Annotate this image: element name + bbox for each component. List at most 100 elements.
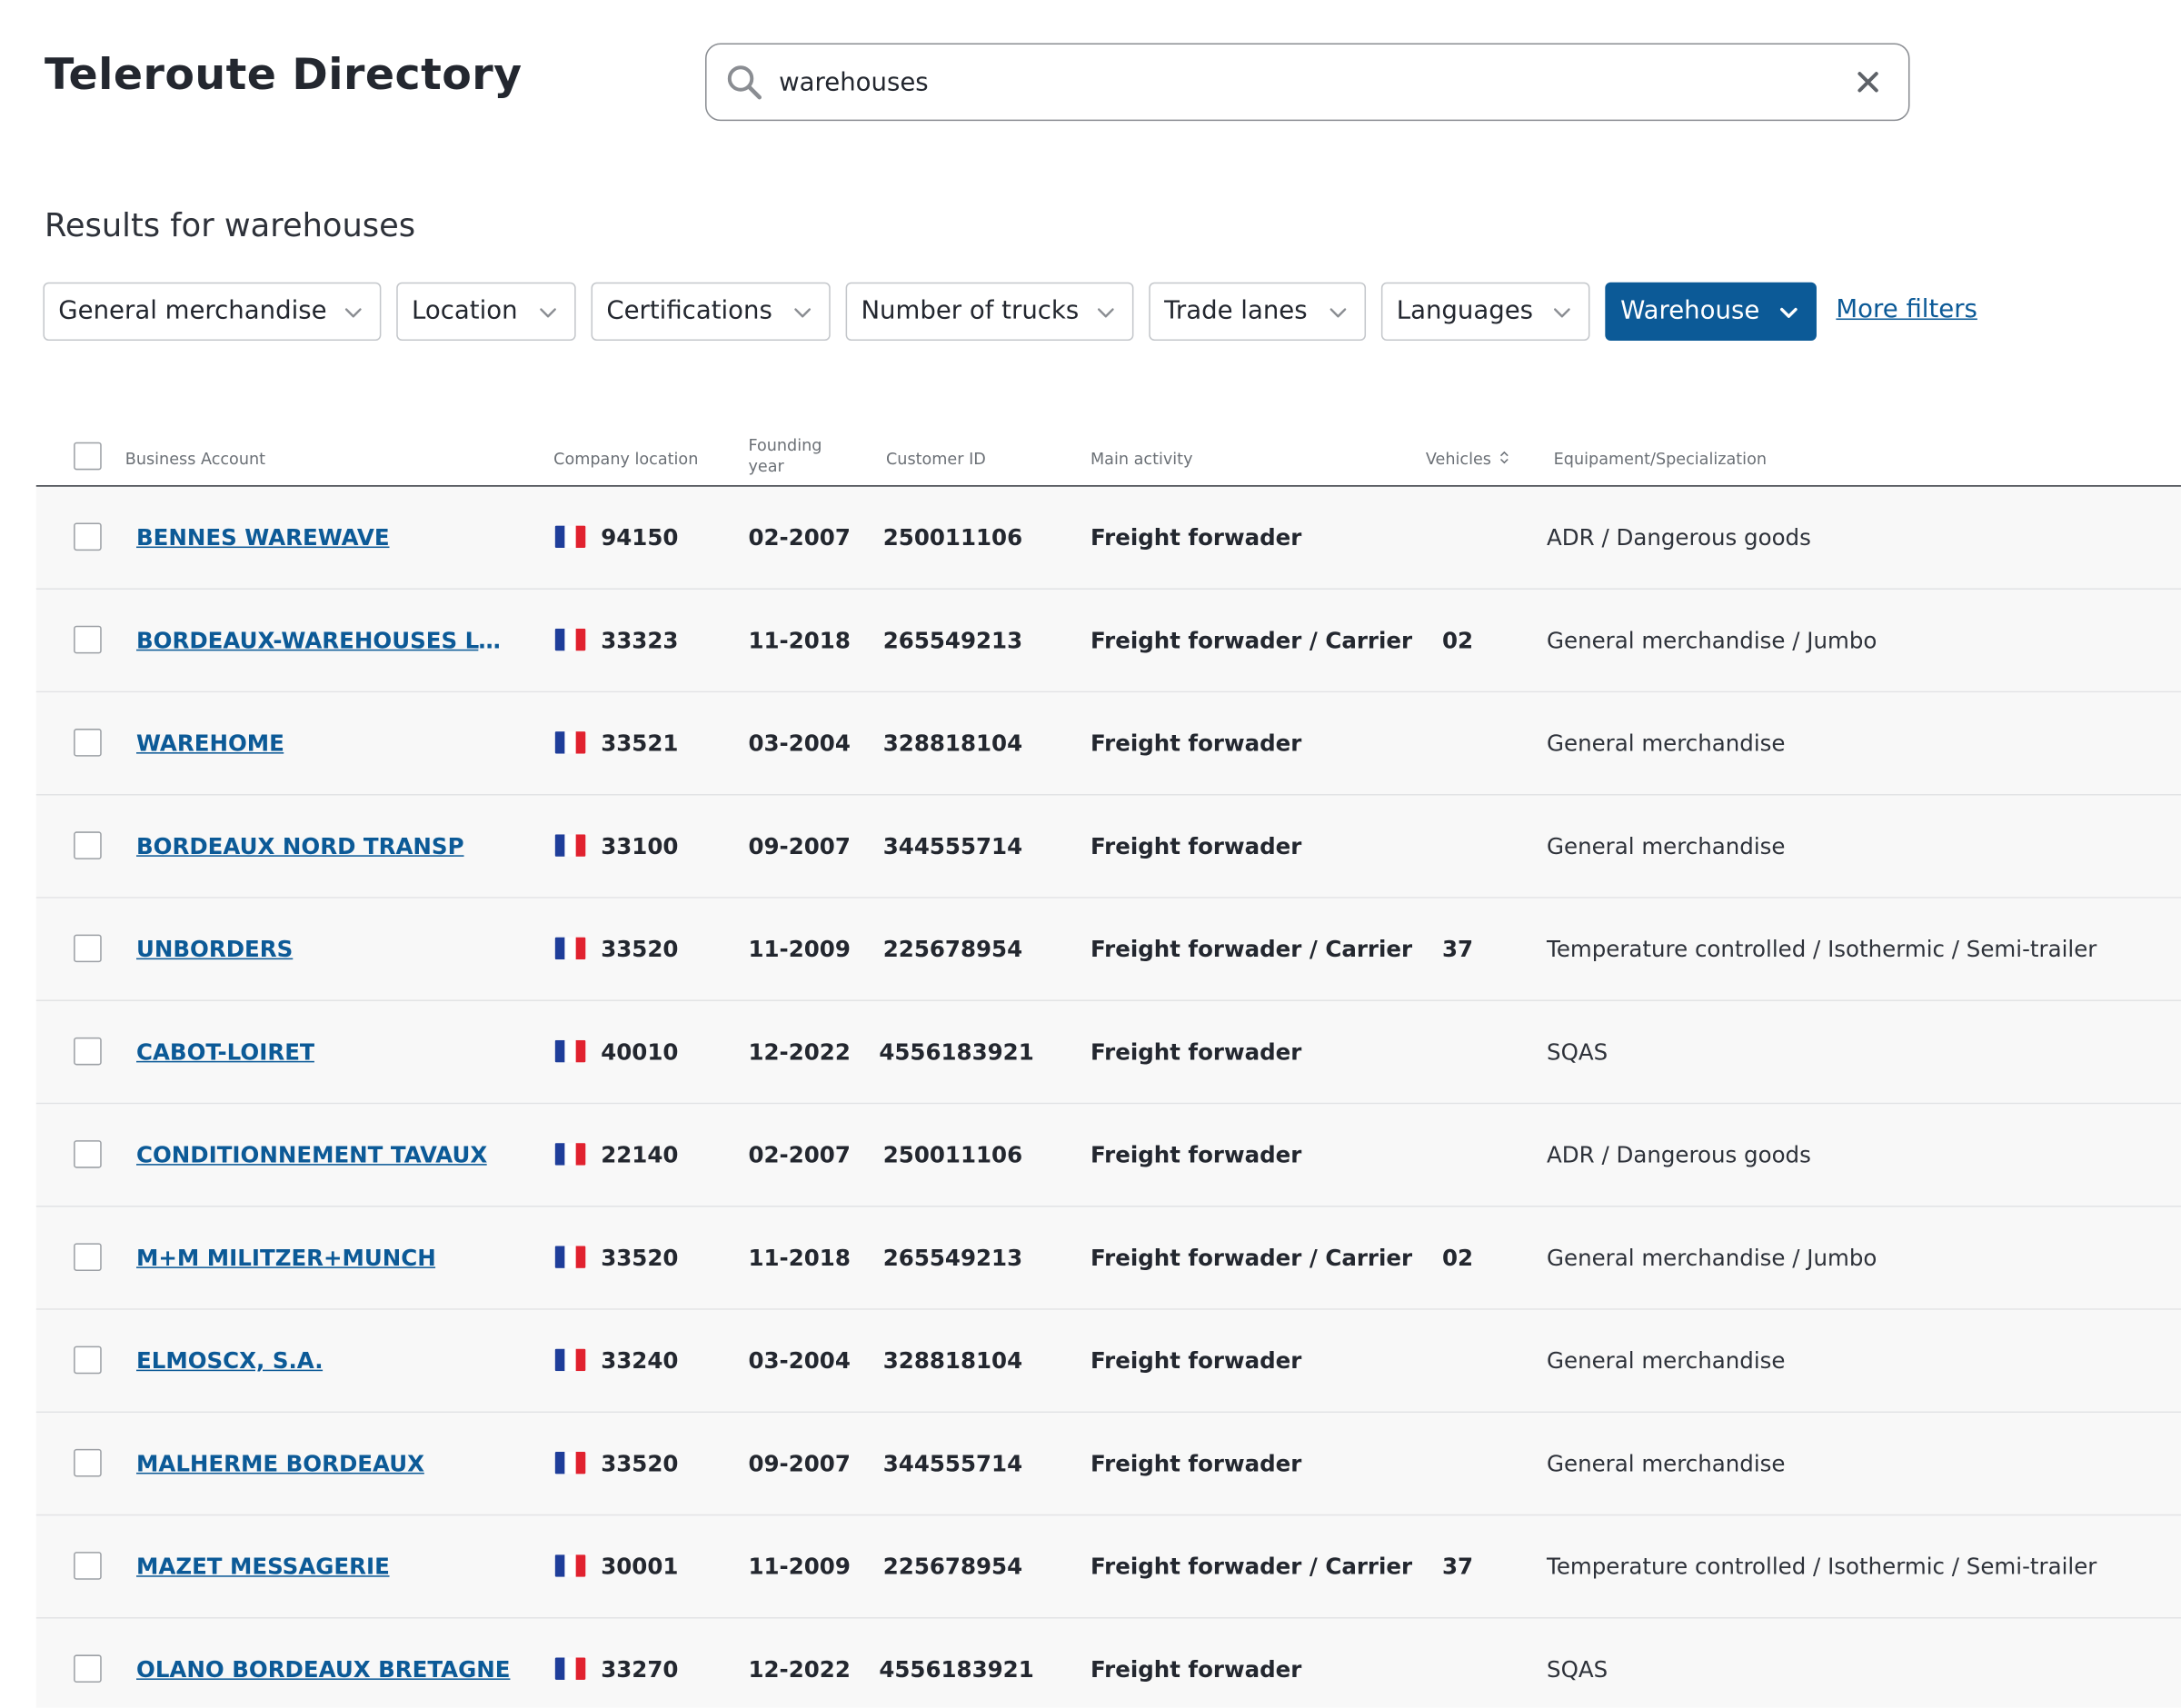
- column-main-activity[interactable]: Main activity: [1090, 449, 1192, 470]
- business-account-link[interactable]: BORDEAUX NORD TRANSP: [136, 833, 464, 861]
- row-checkbox[interactable]: [74, 1346, 102, 1375]
- sort-icon[interactable]: [1499, 451, 1509, 464]
- flag-blue-band: [554, 525, 565, 549]
- main-activity: Freight forwader / Carrier: [1090, 627, 1413, 654]
- row-checkbox[interactable]: [74, 1243, 102, 1271]
- specialization: General merchandise: [1547, 730, 1786, 757]
- flag-blue-band: [554, 731, 565, 754]
- business-account-link[interactable]: CONDITIONNEMENT TAVAUX: [136, 1142, 487, 1170]
- business-account-link[interactable]: MALHERME BORDEAUX: [136, 1450, 424, 1478]
- row-checkbox[interactable]: [74, 1654, 102, 1683]
- business-account-link[interactable]: M+M MILITZER+MUNCH: [136, 1245, 436, 1273]
- filter-label: Number of trucks: [861, 296, 1080, 326]
- chevron-down-icon: [1097, 308, 1114, 318]
- select-all-checkbox[interactable]: [74, 442, 102, 471]
- main-activity: Freight forwader: [1090, 832, 1302, 859]
- flag-white-band: [564, 834, 576, 857]
- table-row[interactable]: BORDEAUX-WAREHOUSES LOGI... 33323 11-2018 2…: [35, 589, 2181, 693]
- flag-red-band: [575, 1657, 586, 1680]
- filter-location[interactable]: Location: [396, 282, 576, 341]
- row-checkbox[interactable]: [74, 625, 102, 654]
- search-input[interactable]: [779, 58, 1837, 106]
- specialization: ADR / Dangerous goods: [1547, 524, 1811, 551]
- flag-red-band: [575, 1143, 586, 1166]
- flag-white-band: [564, 1657, 576, 1680]
- business-account-link[interactable]: UNBORDERS: [136, 936, 293, 964]
- business-account-link[interactable]: BENNES WAREWAVE: [136, 524, 390, 552]
- customer-id: 225678954: [882, 1553, 1023, 1580]
- chevron-down-icon: [1330, 308, 1347, 318]
- filter-certifications[interactable]: Certifications: [591, 282, 831, 341]
- founding-year: 11-2009: [748, 1553, 851, 1580]
- founding-year: 11-2018: [748, 627, 851, 654]
- search-box[interactable]: [705, 43, 1910, 122]
- column-equipment[interactable]: Equipament/Specialization: [1554, 449, 1767, 470]
- column-company-location[interactable]: Company location: [553, 449, 698, 470]
- customer-id: 250011106: [882, 1141, 1023, 1168]
- filter-number-of-trucks[interactable]: Number of trucks: [845, 282, 1134, 341]
- row-checkbox[interactable]: [74, 831, 102, 859]
- vehicles-count: 37: [1442, 1553, 1474, 1580]
- main-activity: Freight forwader / Carrier: [1090, 1553, 1413, 1580]
- row-checkbox[interactable]: [74, 1140, 102, 1168]
- table-row[interactable]: BENNES WAREWAVE 94150 02-2007 250011106 Frei…: [35, 486, 2181, 590]
- row-checkbox[interactable]: [74, 1037, 102, 1066]
- vehicles-count: 37: [1442, 936, 1474, 963]
- row-checkbox[interactable]: [74, 934, 102, 963]
- business-account-link[interactable]: OLANO BORDEAUX BRETAGNE: [136, 1656, 510, 1684]
- filter-label: Location: [412, 296, 518, 326]
- customer-id: 328818104: [882, 730, 1023, 757]
- table-row[interactable]: MAZET MESSAGERIE 30001 11-2009 225678954 Fre…: [35, 1515, 2181, 1619]
- table-row[interactable]: WAREHOME 33521 03-2004 328818104 Freight for…: [35, 692, 2181, 796]
- filter-warehouse[interactable]: Warehouse: [1605, 282, 1817, 341]
- filter-general-merchandise[interactable]: General merchandise: [43, 282, 382, 341]
- flag-red-band: [575, 1246, 586, 1268]
- row-checkbox[interactable]: [74, 522, 102, 551]
- france-flag-icon: [554, 1246, 586, 1268]
- business-account-link[interactable]: MAZET MESSAGERIE: [136, 1554, 390, 1582]
- customer-id: 4556183921: [879, 1038, 1034, 1066]
- founding-year: 02-2007: [748, 1141, 851, 1168]
- postal-code: 33270: [601, 1655, 679, 1683]
- business-account-link[interactable]: CABOT-LOIRET: [136, 1038, 315, 1067]
- table-row[interactable]: ELMOSCX, S.A. 33240 03-2004 328818104 Freigh…: [35, 1309, 2181, 1414]
- table-row[interactable]: CABOT-LOIRET 40010 12-2022 4556183921 Freigh…: [35, 1001, 2181, 1105]
- flag-white-band: [564, 731, 576, 754]
- france-flag-icon: [554, 525, 586, 549]
- business-account-link[interactable]: BORDEAUX-WAREHOUSES LOGI...: [136, 627, 514, 655]
- column-vehicles[interactable]: Vehicles: [1426, 449, 1509, 470]
- table-row[interactable]: M+M MILITZER+MUNCH 33520 11-2018 265549213 F…: [35, 1207, 2181, 1310]
- search-icon: [727, 65, 762, 100]
- flag-red-band: [575, 834, 586, 857]
- table-row[interactable]: MALHERME BORDEAUX 33520 09-2007 344555714 Fr…: [35, 1413, 2181, 1516]
- clear-search-icon[interactable]: [1853, 66, 1884, 97]
- table-row[interactable]: BORDEAUX NORD TRANSP 33100 09-2007 34455571…: [35, 795, 2181, 899]
- table-row[interactable]: UNBORDERS 33520 11-2009 225678954 Freight fo…: [35, 898, 2181, 1002]
- row-checkbox[interactable]: [74, 1552, 102, 1580]
- row-checkbox[interactable]: [74, 1448, 102, 1477]
- filter-languages[interactable]: Languages: [1380, 282, 1590, 341]
- business-account-link[interactable]: ELMOSCX, S.A.: [136, 1347, 324, 1375]
- flag-white-band: [564, 1039, 576, 1063]
- postal-code: 33520: [601, 1450, 679, 1477]
- france-flag-icon: [554, 731, 586, 754]
- row-checkbox[interactable]: [74, 729, 102, 757]
- france-flag-icon: [554, 1451, 586, 1475]
- more-filters-link[interactable]: More filters: [1836, 294, 1977, 323]
- filter-label: Certifications: [606, 296, 772, 326]
- flag-white-band: [564, 1246, 576, 1268]
- filter-label: Trade lanes: [1164, 296, 1308, 326]
- chevron-down-icon: [1780, 307, 1798, 318]
- filter-trade-lanes[interactable]: Trade lanes: [1149, 282, 1367, 341]
- column-customer-id[interactable]: Customer ID: [886, 449, 986, 470]
- table-row[interactable]: OLANO BORDEAUX BRETAGNE 33270 12-2022 45561…: [35, 1618, 2181, 1708]
- flag-blue-band: [554, 1246, 565, 1268]
- column-founding-year[interactable]: Founding year: [748, 435, 822, 477]
- founding-year: 12-2022: [748, 1038, 851, 1066]
- business-account-link[interactable]: WAREHOME: [136, 730, 284, 759]
- flag-red-band: [575, 1039, 586, 1063]
- column-business-account[interactable]: Business Account: [125, 449, 265, 470]
- table-row[interactable]: CONDITIONNEMENT TAVAUX 22140 02-2007 250011…: [35, 1104, 2181, 1207]
- specialization: General merchandise / Jumbo: [1547, 627, 1877, 654]
- chevron-down-icon: [794, 308, 812, 318]
